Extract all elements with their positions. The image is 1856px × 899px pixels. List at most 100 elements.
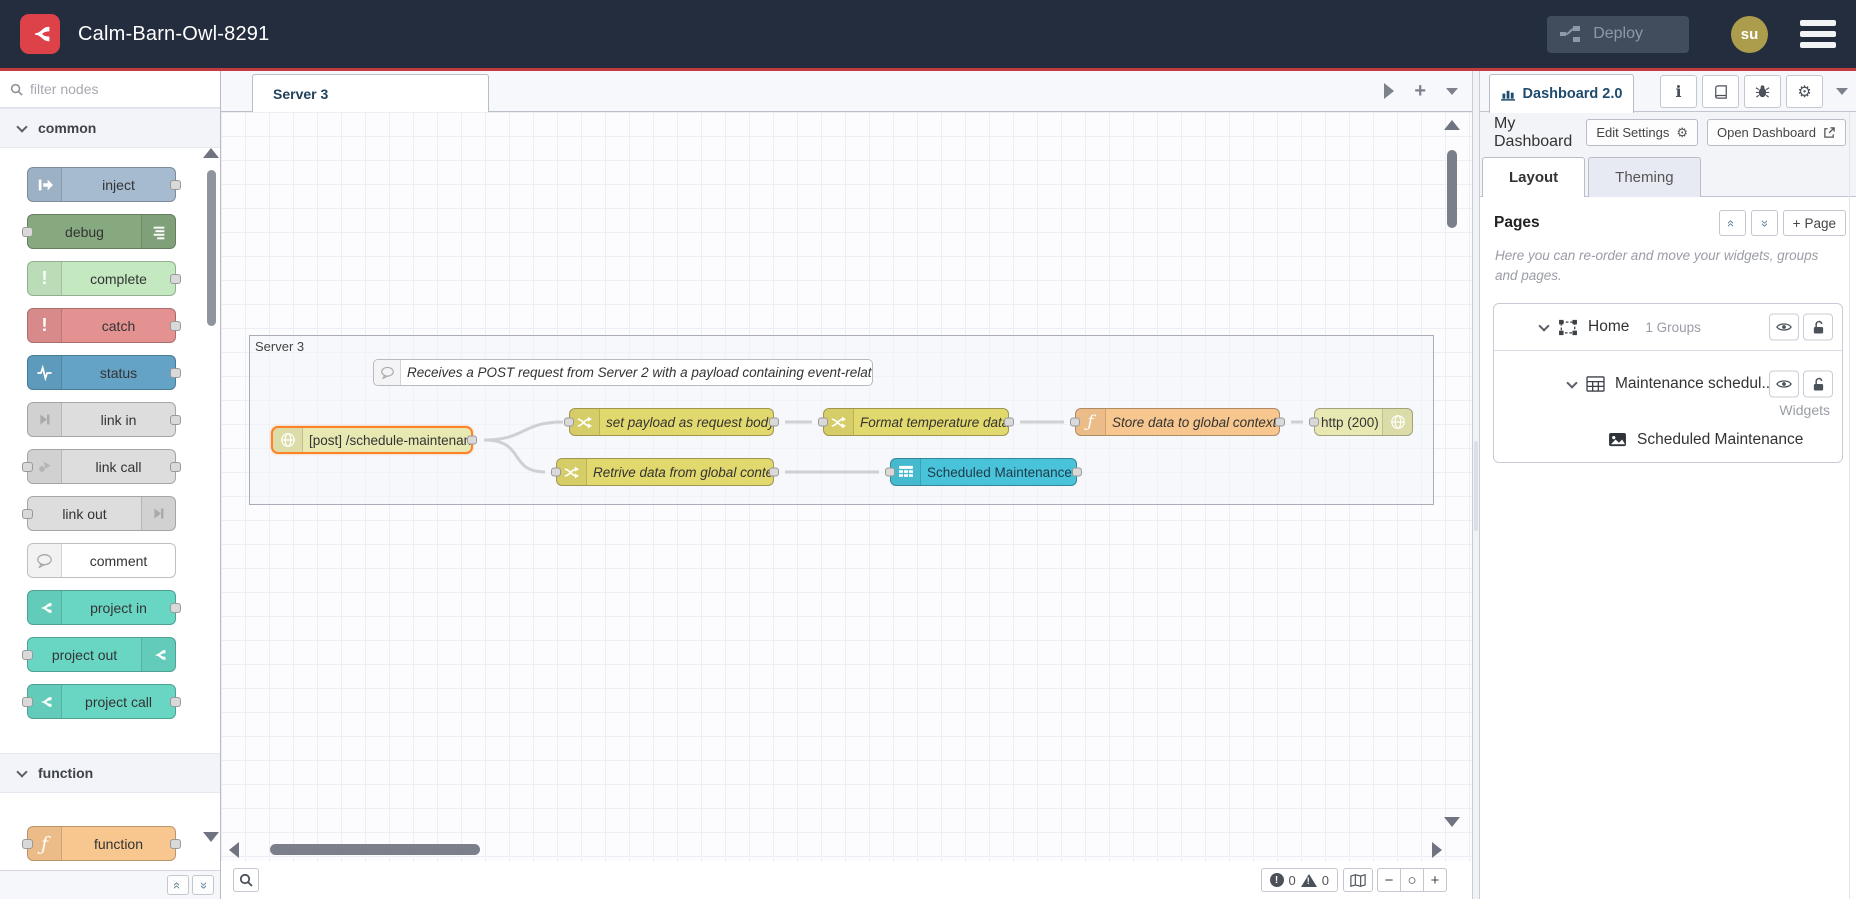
function-node-store-data[interactable]: ƒ Store data to global context	[1070, 408, 1285, 436]
change-node-format-temperature[interactable]: Format temperature data.	[818, 408, 1014, 436]
output-port[interactable]	[170, 273, 181, 284]
scroll-down-icon[interactable]	[203, 832, 219, 842]
palette-scrollbar[interactable]	[203, 148, 219, 842]
scroll-down-icon[interactable]	[1444, 817, 1460, 827]
open-dashboard-button[interactable]: Open Dashboard	[1706, 119, 1846, 146]
flow-status-button[interactable]: ! 0 0	[1260, 868, 1338, 892]
vertical-scrollbar-thumb[interactable]	[1447, 150, 1457, 228]
input-port[interactable]	[22, 226, 33, 237]
input-port[interactable]	[1070, 417, 1080, 427]
output-port[interactable]	[170, 414, 181, 425]
visibility-toggle-button[interactable]	[1769, 370, 1799, 398]
palette-node-project-in[interactable]: project in	[27, 590, 181, 625]
comment-node[interactable]: Receives a POST request from Server 2 wi…	[373, 359, 873, 386]
user-avatar[interactable]: su	[1731, 15, 1768, 53]
input-port[interactable]	[564, 417, 574, 427]
input-port[interactable]	[1309, 417, 1319, 427]
http-response-node[interactable]: http (200)	[1309, 408, 1413, 436]
input-port[interactable]	[22, 696, 33, 707]
input-port[interactable]	[22, 508, 33, 519]
palette-node-complete[interactable]: ! complete	[27, 261, 181, 296]
output-port[interactable]	[170, 320, 181, 331]
output-port[interactable]	[769, 417, 779, 427]
palette-node-comment[interactable]: comment	[27, 543, 176, 578]
sidebar-more-caret-icon[interactable]	[1836, 88, 1848, 95]
palette-node-link-in[interactable]: link in	[27, 402, 181, 437]
flow-tab-server3[interactable]: Server 3	[252, 74, 489, 113]
output-port[interactable]	[170, 179, 181, 190]
canvas-search-button[interactable]	[233, 868, 259, 892]
collapse-all-button[interactable]: «	[1718, 210, 1746, 236]
output-port[interactable]	[1072, 467, 1082, 477]
zoom-reset-button[interactable]: ○	[1400, 868, 1424, 892]
input-port[interactable]	[818, 417, 828, 427]
main-menu-button[interactable]	[1796, 16, 1840, 52]
palette-node-link-call[interactable]: link call	[22, 449, 181, 484]
splitter-handle[interactable]	[1474, 441, 1478, 531]
debug-tab-button[interactable]	[1744, 75, 1781, 108]
output-port[interactable]	[1275, 417, 1285, 427]
output-port[interactable]	[170, 838, 181, 849]
palette-node-link-out[interactable]: link out	[22, 496, 176, 531]
input-port[interactable]	[885, 467, 895, 477]
palette-category-common[interactable]: common	[0, 108, 220, 148]
output-port[interactable]	[170, 367, 181, 378]
tab-layout[interactable]: Layout	[1482, 157, 1586, 197]
tab-theming[interactable]: Theming	[1588, 157, 1701, 197]
palette-node-function[interactable]: ƒ function	[22, 826, 181, 861]
zoom-out-button[interactable]: −	[1377, 868, 1401, 892]
input-port[interactable]	[22, 649, 33, 660]
palette-collapse-all-button[interactable]: «	[167, 875, 189, 895]
lock-toggle-button[interactable]	[1803, 370, 1833, 398]
edit-settings-button[interactable]: Edit Settings ⚙	[1586, 119, 1698, 146]
sidebar-splitter[interactable]	[1472, 71, 1480, 899]
output-port[interactable]	[170, 696, 181, 707]
flow-canvas[interactable]: Server 3 Receives a POST request from Se…	[221, 112, 1472, 861]
lock-toggle-button[interactable]	[1803, 313, 1833, 341]
canvas-horizontal-scrollbar[interactable]	[229, 842, 1442, 858]
palette-node-inject[interactable]: inject	[27, 167, 181, 202]
add-page-button[interactable]: + Page	[1782, 210, 1846, 236]
scroll-up-icon[interactable]	[1444, 120, 1460, 130]
scroll-left-icon[interactable]	[229, 842, 239, 858]
change-node-set-payload[interactable]: set payload as request body	[564, 408, 779, 436]
settings-tab-button[interactable]: ⚙	[1786, 75, 1823, 108]
output-port[interactable]	[467, 435, 477, 445]
palette-node-status[interactable]: status	[27, 355, 181, 390]
help-tab-button[interactable]	[1702, 75, 1739, 108]
palette-node-project-call[interactable]: project call	[22, 684, 181, 719]
tree-row-page-home[interactable]: Home 1 Groups	[1494, 304, 1842, 352]
input-port[interactable]	[22, 838, 33, 849]
info-tab-button[interactable]: i	[1660, 75, 1697, 108]
navigator-map-button[interactable]	[1343, 868, 1373, 892]
palette-node-debug[interactable]: debug	[22, 214, 176, 249]
tree-row-group-maintenance[interactable]: Maintenance schedul... 1 Widgets	[1494, 351, 1842, 418]
palette-scrollbar-thumb[interactable]	[207, 170, 216, 326]
http-in-node[interactable]: [post] /schedule-maintenance	[271, 426, 477, 454]
chevron-down-icon[interactable]	[1566, 376, 1578, 389]
output-port[interactable]	[170, 461, 181, 472]
canvas-vertical-scrollbar[interactable]	[1444, 120, 1460, 853]
scroll-right-icon[interactable]	[1432, 842, 1442, 858]
change-node-retrive-data[interactable]: Retrive data from global context	[551, 458, 779, 486]
chevron-down-icon[interactable]	[1538, 319, 1550, 332]
add-flow-button[interactable]: +	[1414, 81, 1426, 101]
horizontal-scrollbar-thumb[interactable]	[270, 844, 480, 855]
palette-search[interactable]	[0, 71, 220, 108]
input-port[interactable]	[551, 467, 561, 477]
zoom-in-button[interactable]: +	[1423, 868, 1447, 892]
scroll-up-icon[interactable]	[203, 148, 219, 158]
palette-category-function[interactable]: function	[0, 753, 220, 793]
deploy-button[interactable]: Deploy	[1547, 15, 1689, 53]
sidebar-scrollbar[interactable]	[1849, 112, 1856, 899]
ui-table-node[interactable]: Scheduled Maintenance	[885, 458, 1082, 486]
output-port[interactable]	[769, 467, 779, 477]
input-port[interactable]	[22, 461, 33, 472]
output-port[interactable]	[1004, 417, 1014, 427]
output-port[interactable]	[170, 602, 181, 613]
sidebar-tab-dashboard2[interactable]: Dashboard 2.0	[1489, 74, 1634, 113]
palette-filter-input[interactable]	[30, 81, 180, 97]
expand-all-button[interactable]: «	[1750, 210, 1778, 236]
flow-list-caret-icon[interactable]	[1446, 87, 1458, 95]
palette-node-project-out[interactable]: project out	[22, 637, 176, 672]
